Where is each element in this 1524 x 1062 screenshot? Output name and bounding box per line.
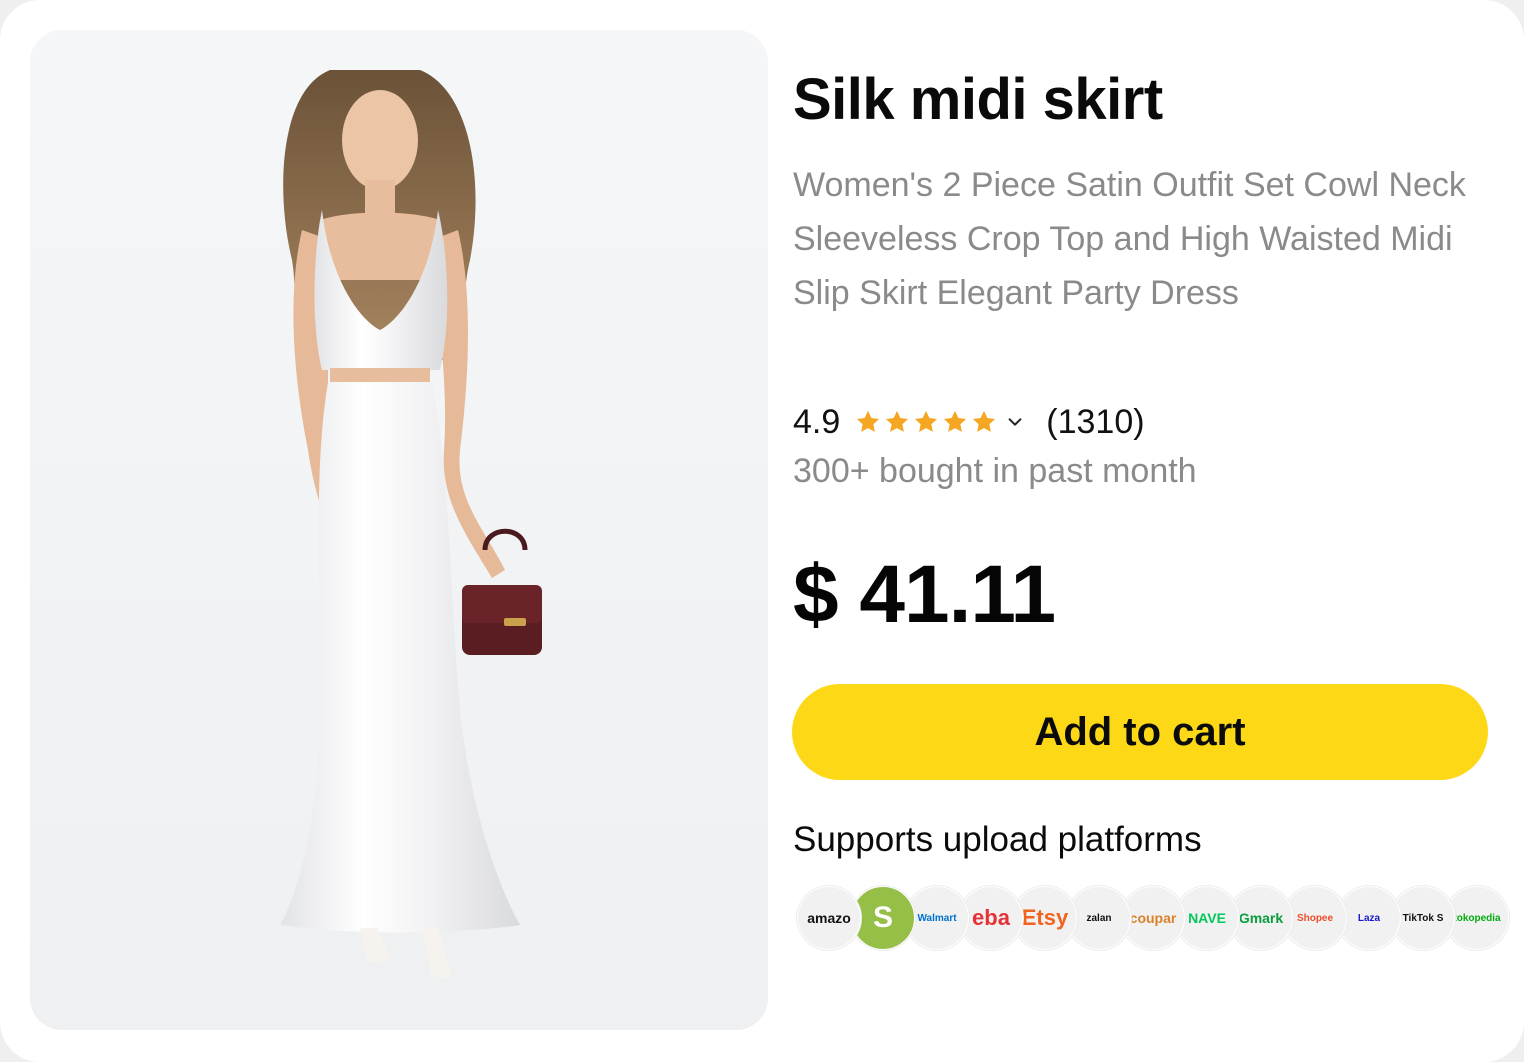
rating-row[interactable]: 4.9 (1310) xyxy=(793,400,1145,444)
rating-score: 4.9 xyxy=(793,402,841,441)
add-to-cart-button[interactable]: Add to cart xyxy=(792,684,1488,780)
bought-count: 300+ bought in past month xyxy=(793,452,1197,490)
product-image[interactable] xyxy=(30,30,768,1030)
platforms-label: Supports upload platforms xyxy=(793,820,1202,859)
star-icon xyxy=(857,410,880,432)
star-icon xyxy=(944,410,967,432)
product-price: $ 41.11 xyxy=(793,549,1056,640)
amazon-icon: amazo xyxy=(797,886,861,950)
star-icon xyxy=(973,410,996,432)
product-title: Silk midi skirt xyxy=(793,67,1163,132)
platform-list: amazo S Walmart eba Etsy zalan coupar NAVE Gmark… xyxy=(797,886,1509,950)
chevron-down-icon[interactable] xyxy=(1006,413,1024,431)
rating-stars xyxy=(854,408,998,436)
star-icon xyxy=(886,410,909,432)
product-card: Silk midi skirt Women's 2 Piece Satin Ou… xyxy=(0,0,1524,1062)
review-count[interactable]: (1310) xyxy=(1046,403,1144,442)
star-icon xyxy=(915,410,938,432)
product-description: Women's 2 Piece Satin Outfit Set Cowl Ne… xyxy=(793,166,1466,312)
